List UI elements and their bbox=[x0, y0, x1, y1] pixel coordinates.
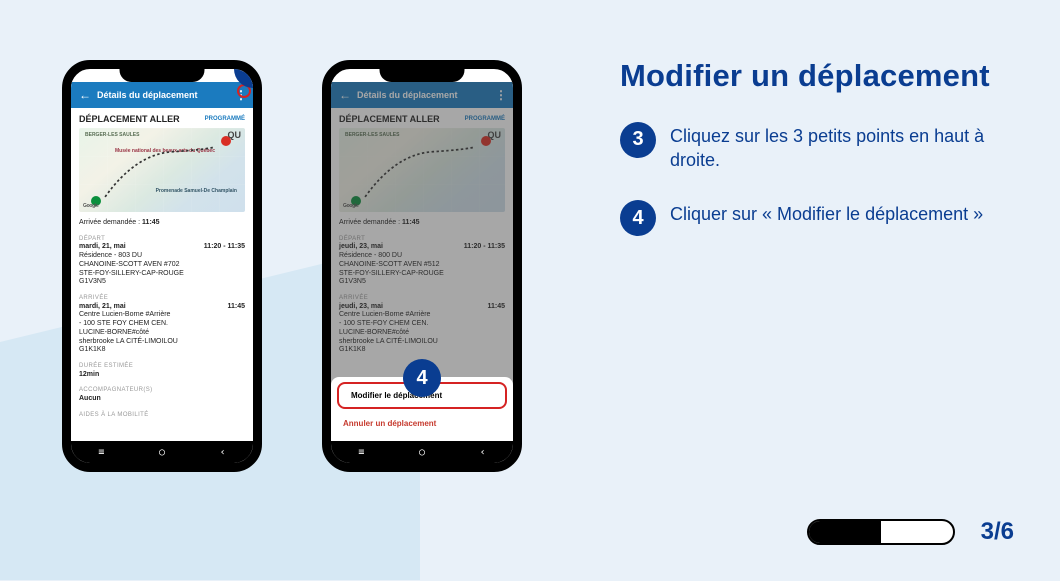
instruction-4: 4 Cliquer sur « Modifier le déplacement … bbox=[620, 200, 1000, 236]
map-pin-end bbox=[221, 136, 231, 146]
depart-line4: G1V3N5 bbox=[79, 278, 245, 287]
nav-home-icon[interactable]: ○ bbox=[159, 447, 165, 458]
instruction-text-4: Cliquer sur « Modifier le déplacement » bbox=[670, 200, 983, 226]
progress-pill[interactable] bbox=[807, 519, 955, 545]
nav-home-icon[interactable]: ○ bbox=[419, 447, 425, 458]
depart-label: DÉPART bbox=[79, 236, 245, 244]
instruction-badge-3: 3 bbox=[620, 122, 656, 158]
arrive-label: ARRIVÉE bbox=[79, 295, 245, 303]
instruction-badge-4: 4 bbox=[620, 200, 656, 236]
depart-day: mardi, 21, mai bbox=[79, 243, 126, 252]
depart-line3: STE-FOY-SILLERY-CAP-ROUGE bbox=[79, 270, 245, 279]
status-chip: PROGRAMMÉ bbox=[205, 116, 245, 122]
phone-1: 3 ← Détails du déplacement ⋮ DÉPLACEMENT… bbox=[62, 60, 262, 472]
map-area-label: BERGER-LES SAULES bbox=[85, 132, 139, 138]
phone-notch bbox=[380, 69, 465, 82]
arrive-block: ARRIVÉE mardi, 21, mai 11:45 Centre Luci… bbox=[71, 290, 253, 358]
arrive-line3: LUCINE-BORNE#côté bbox=[79, 329, 245, 338]
arrive-time: 11:45 bbox=[227, 303, 245, 312]
duration-value: 12min bbox=[79, 371, 245, 380]
page-indicator: 3/6 bbox=[981, 518, 1014, 546]
depart-block: DÉPART mardi, 21, mai 11:20 - 11:35 Rési… bbox=[71, 231, 253, 290]
route-line bbox=[99, 142, 221, 203]
companions-block: ACCOMPAGNATEUR(S) Aucun bbox=[71, 382, 253, 406]
section-header: DÉPLACEMENT ALLER PROGRAMMÉ bbox=[71, 108, 253, 126]
phone-mockups: 3 ← Détails du déplacement ⋮ DÉPLACEMENT… bbox=[62, 60, 522, 472]
header-title: Détails du déplacement bbox=[97, 90, 229, 100]
progress-fill bbox=[809, 521, 881, 543]
arrive-line4: sherbrooke LA CITÉ-LIMOILOU bbox=[79, 338, 245, 347]
route-map[interactable]: BERGER-LES SAULES QU Musée national des … bbox=[79, 128, 245, 212]
arrival-requested: Arrivée demandée : 11:45 bbox=[71, 216, 253, 231]
depart-line2: CHANOINE-SCOTT AVEN #702 bbox=[79, 261, 245, 270]
arrive-line1: Centre Lucien-Borne #Arrière bbox=[79, 311, 245, 320]
duration-block: DURÉE ESTIMÉE 12min bbox=[71, 358, 253, 382]
phone1-screen: ← Détails du déplacement ⋮ DÉPLACEMENT A… bbox=[71, 82, 253, 441]
nav-back-icon[interactable]: ‹ bbox=[480, 447, 486, 458]
depart-time: 11:20 - 11:35 bbox=[204, 243, 245, 252]
app-header: ← Détails du déplacement ⋮ bbox=[71, 82, 253, 108]
instruction-3: 3 Cliquez sur les 3 petits points en hau… bbox=[620, 122, 1000, 173]
arrive-day: mardi, 21, mai bbox=[79, 303, 126, 312]
duration-label: DURÉE ESTIMÉE bbox=[79, 363, 245, 371]
mobility-label: AIDES À LA MOBILITÉ bbox=[79, 412, 245, 420]
mobility-block: AIDES À LA MOBILITÉ bbox=[71, 407, 253, 423]
instruction-panel: Modifier un déplacement 3 Cliquez sur le… bbox=[620, 58, 1000, 264]
progress-footer: 3/6 bbox=[807, 518, 1014, 546]
google-logo: Google bbox=[83, 203, 98, 209]
depart-line1: Résidence - 803 DU bbox=[79, 252, 245, 261]
nav-menu-icon[interactable]: ≡ bbox=[358, 447, 364, 458]
page-title: Modifier un déplacement bbox=[620, 58, 1000, 94]
step-badge-4: 4 bbox=[403, 359, 441, 397]
section-label: DÉPLACEMENT ALLER bbox=[79, 114, 180, 124]
sheet-cancel-option[interactable]: Annuler un déplacement bbox=[331, 412, 513, 435]
back-icon[interactable]: ← bbox=[79, 88, 91, 102]
nav-back-icon[interactable]: ‹ bbox=[220, 447, 226, 458]
arrival-requested-value: 11:45 bbox=[142, 219, 160, 226]
companions-value: Aucun bbox=[79, 395, 245, 404]
arrive-line2: - 100 STE FOY CHEM CEN. bbox=[79, 320, 245, 329]
arrival-requested-label: Arrivée demandée : bbox=[79, 219, 140, 226]
phone-2: ← Détails du déplacement ⋮ DÉPLACEMENT A… bbox=[322, 60, 522, 472]
phone-notch bbox=[120, 69, 205, 82]
android-nav-bar: ≡ ○ ‹ bbox=[331, 441, 513, 463]
nav-menu-icon[interactable]: ≡ bbox=[98, 447, 104, 458]
arrive-line5: G1K1K8 bbox=[79, 346, 245, 355]
android-nav-bar: ≡ ○ ‹ bbox=[71, 441, 253, 463]
companions-label: ACCOMPAGNATEUR(S) bbox=[79, 387, 245, 395]
instruction-text-3: Cliquez sur les 3 petits points en haut … bbox=[670, 122, 1000, 173]
